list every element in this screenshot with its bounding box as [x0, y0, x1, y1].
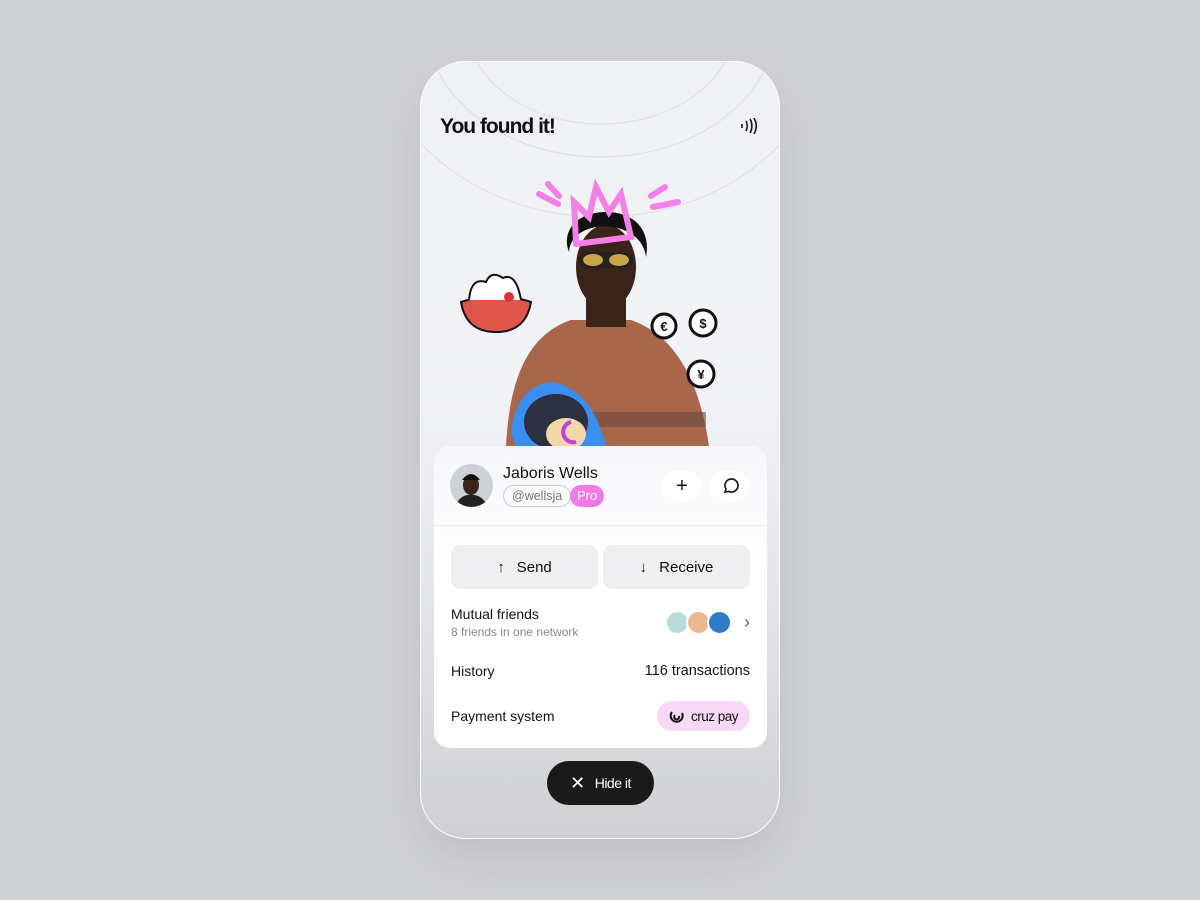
contactless-icon[interactable] [739, 117, 758, 139]
avatar[interactable] [450, 464, 493, 507]
mutual-friends-row[interactable]: Mutual friends 8 friends in one network … [451, 606, 750, 639]
friend-avatar [707, 610, 732, 635]
history-value: 116 transactions [644, 663, 750, 679]
history-label: History [451, 663, 495, 679]
payment-label: Payment system [451, 708, 555, 724]
svg-text:€: € [660, 319, 667, 334]
phone-screen: You found it! € $ ¥ Jaboris Wells @wells… [420, 61, 780, 839]
history-row[interactable]: History 116 transactions [451, 663, 750, 679]
close-icon: ✕ [570, 772, 585, 793]
profile-card: Jaboris Wells @wellsja Pro + ↑ Send ↓ Rece… [434, 446, 767, 748]
payment-system-row: Payment system cruz pay [451, 701, 750, 731]
arrow-down-icon: ↓ [639, 558, 648, 576]
page-title: You found it! [440, 115, 556, 138]
mutual-friends-label: Mutual friends [451, 606, 539, 622]
hide-button[interactable]: ✕ Hide it [547, 761, 654, 805]
add-friend-button[interactable]: + [662, 471, 702, 501]
svg-text:¥: ¥ [697, 367, 705, 382]
send-button[interactable]: ↑ Send [451, 545, 598, 589]
receive-button[interactable]: ↓ Receive [603, 545, 750, 589]
message-button[interactable] [710, 471, 750, 501]
username-badge: @wellsja [503, 485, 572, 507]
noodle-bowl-sticker [459, 273, 533, 334]
profile-header: Jaboris Wells @wellsja Pro + [434, 446, 767, 526]
cruz-pay-badge[interactable]: cruz pay [656, 701, 750, 731]
chat-bubble-icon [723, 478, 739, 493]
cruz-pay-logo-icon [669, 711, 684, 723]
svg-text:$: $ [699, 316, 707, 331]
mutual-friends-subtitle: 8 friends in one network [451, 625, 579, 639]
chevron-right-icon: › [744, 612, 750, 632]
pro-badge: Pro [570, 485, 605, 507]
arrow-up-icon: ↑ [497, 558, 505, 576]
profile-name: Jaboris Wells [503, 465, 598, 482]
plus-icon: + [676, 474, 688, 497]
hero-illustration: € $ ¥ [459, 178, 718, 450]
